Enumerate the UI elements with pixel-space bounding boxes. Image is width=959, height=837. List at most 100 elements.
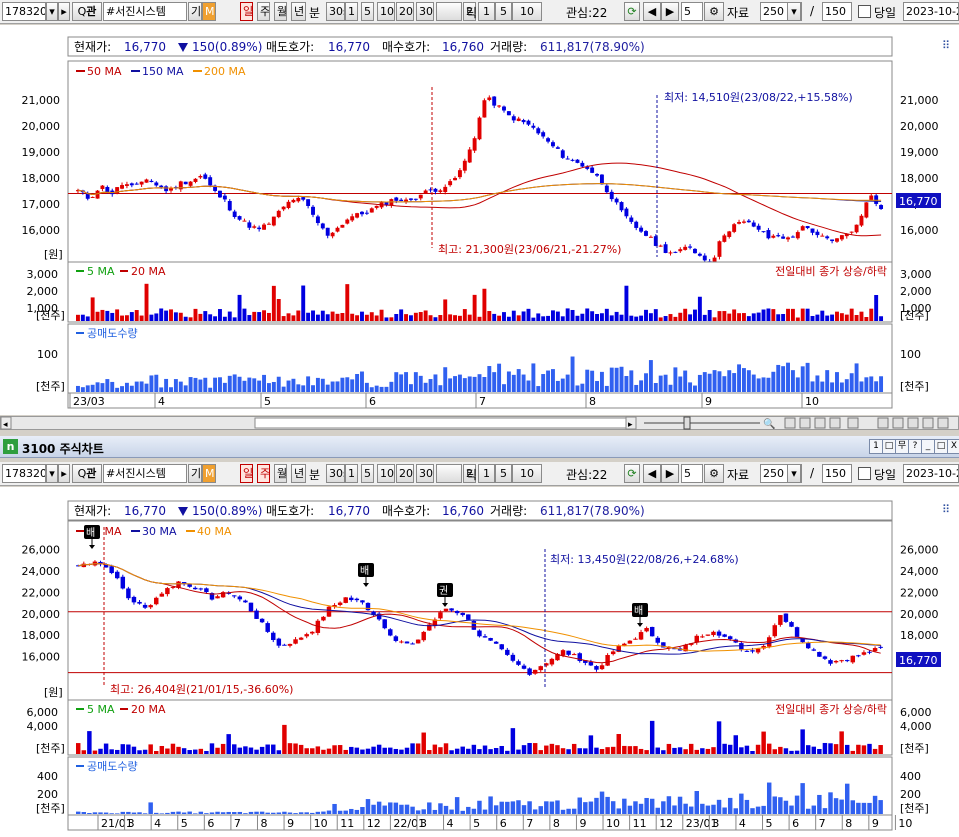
short-bar <box>281 386 286 392</box>
short-bar <box>349 808 354 814</box>
gear-icon[interactable]: ⚙ <box>704 464 724 483</box>
period-button-t-16[interactable]: 10 <box>512 2 542 21</box>
candle <box>817 651 822 657</box>
gi-button[interactable]: 기 <box>188 2 202 21</box>
volume-bar <box>92 750 98 754</box>
total-input-2[interactable]: 150 <box>822 464 852 483</box>
x-tick: 11 <box>633 817 647 830</box>
code-dropdown-button[interactable]: ▾ <box>46 2 58 21</box>
period-button-b-8[interactable]: 10 <box>377 464 395 483</box>
short-bar <box>365 799 371 814</box>
period-button-t-6[interactable]: 1 <box>345 2 358 21</box>
period-button-t-15[interactable]: 5 <box>495 2 512 21</box>
volume-bar <box>413 312 418 321</box>
volume-bar <box>448 314 453 321</box>
m-button[interactable]: M <box>202 2 216 21</box>
code-dropdown-button-2[interactable]: ▾ <box>46 464 58 483</box>
count-dropdown-2[interactable]: ▾ <box>787 464 801 483</box>
refresh-icon[interactable]: ⟳ <box>624 2 640 21</box>
vol-tick-right: 3,000 <box>900 268 932 281</box>
period-button-b-11[interactable] <box>436 464 462 483</box>
volume-bar <box>744 745 750 754</box>
step-input[interactable]: 5 <box>681 2 703 21</box>
short-bar <box>727 370 732 392</box>
period-button-t-9[interactable]: 20 <box>396 2 414 21</box>
gi-button-2[interactable]: 기 <box>188 464 202 483</box>
window-ctrl-button-5[interactable]: □ <box>934 439 948 454</box>
volume-bar <box>345 284 350 321</box>
panel-grip-icon[interactable]: ⠿ <box>942 503 950 516</box>
window-ctrl-button-2[interactable]: 무 <box>895 439 909 454</box>
volume-bar <box>560 748 566 754</box>
period-button-t-7[interactable]: 5 <box>361 2 374 21</box>
period-button-t-5[interactable]: 30s <box>326 2 345 21</box>
volume-bar <box>805 745 811 754</box>
period-button-b-5[interactable]: 30s <box>326 464 345 483</box>
period-button-b-3[interactable]: 년 <box>291 464 306 483</box>
volume-bar <box>487 311 492 321</box>
period-button-b-14[interactable]: 1 <box>478 464 495 483</box>
volume-bar <box>315 746 321 754</box>
short-unit-right: [천주] <box>900 801 929 815</box>
name-field-2[interactable]: #서진시스템 <box>103 464 187 483</box>
period-button-t-10[interactable]: 30 <box>416 2 434 21</box>
period-button-b-15[interactable]: 5 <box>495 464 512 483</box>
window-ctrl-button-1[interactable]: □ <box>882 439 896 454</box>
arrow-right-button-2[interactable]: ▶ <box>661 464 679 483</box>
volume-bar <box>648 313 653 321</box>
period-button-t-2[interactable]: 월 <box>274 2 287 21</box>
volume-bar <box>683 308 688 321</box>
prev-button[interactable]: ▸ <box>58 2 70 21</box>
dangil-checkbox-2[interactable] <box>858 467 871 480</box>
prev-button-2[interactable]: ▸ <box>58 464 70 483</box>
window-ctrl-button-0[interactable]: 1 <box>869 439 883 454</box>
period-button-b-2[interactable]: 월 <box>274 464 287 483</box>
window-ctrl-button-3[interactable]: ? <box>908 439 922 454</box>
refresh-icon[interactable]: ⟳ <box>624 464 640 483</box>
dangil-checkbox[interactable] <box>858 5 871 18</box>
m-button-2[interactable]: M <box>202 464 216 483</box>
period-button-t-0[interactable]: 일 <box>240 2 253 21</box>
arrow-right-button[interactable]: ▶ <box>661 2 679 21</box>
name-field[interactable]: #서진시스템 <box>103 2 187 21</box>
period-button-b-10[interactable]: 30 <box>416 464 434 483</box>
search-icon[interactable]: Q관 <box>72 2 102 21</box>
window-ctrl-button-4[interactable]: _ <box>921 439 935 454</box>
panel-grip-icon[interactable]: ⠿ <box>942 39 950 52</box>
date-input[interactable]: 2023-10-2 <box>903 2 959 21</box>
step-input-2[interactable]: 5 <box>681 464 703 483</box>
short-bar <box>585 369 590 392</box>
short-bar <box>76 811 81 814</box>
period-button-t-1[interactable]: 주 <box>257 2 270 21</box>
period-button-b-7[interactable]: 5 <box>361 464 374 483</box>
period-button-b-1[interactable]: 주 <box>257 464 270 483</box>
code-input-2[interactable]: 178320 <box>2 464 46 483</box>
short-bar <box>874 381 879 392</box>
count-dropdown[interactable]: ▾ <box>787 2 801 21</box>
window-titlebar[interactable]: n 3100 주식차트 1 □ 무? _ □ X <box>0 436 959 458</box>
volume-bar <box>85 316 90 321</box>
period-button-b-9[interactable]: 20 <box>396 464 414 483</box>
short-bar <box>326 810 332 814</box>
total-input[interactable]: 150 <box>822 2 852 21</box>
period-button-t-14[interactable]: 1 <box>478 2 495 21</box>
date-input-2[interactable]: 2023-10-2 <box>903 464 959 483</box>
period-button-t-11[interactable] <box>436 2 462 21</box>
search-icon[interactable]: Q관 <box>72 464 102 483</box>
gear-icon[interactable]: ⚙ <box>704 2 724 21</box>
volume-bar <box>872 748 878 754</box>
short-bar <box>828 792 833 814</box>
period-button-b-0[interactable]: 일 <box>240 464 253 483</box>
volume-pane: 5 MA 20 MA 전일대비 종가 상승/하락6,000 6,0004,000 4,0… <box>27 699 932 756</box>
period-button-t-8[interactable]: 10 <box>377 2 395 21</box>
period-button-b-6[interactable]: 1 <box>345 464 358 483</box>
arrow-left-button-2[interactable]: ◀ <box>643 464 661 483</box>
short-bar <box>291 378 296 392</box>
arrow-left-button[interactable]: ◀ <box>643 2 661 21</box>
code-input[interactable]: 178320 <box>2 2 46 21</box>
short-bar <box>555 800 560 814</box>
period-button-t-3[interactable]: 년 <box>291 2 306 21</box>
window-ctrl-button-6[interactable]: X <box>947 439 959 454</box>
period-button-b-16[interactable]: 10 <box>512 464 542 483</box>
short-bar <box>555 380 560 392</box>
